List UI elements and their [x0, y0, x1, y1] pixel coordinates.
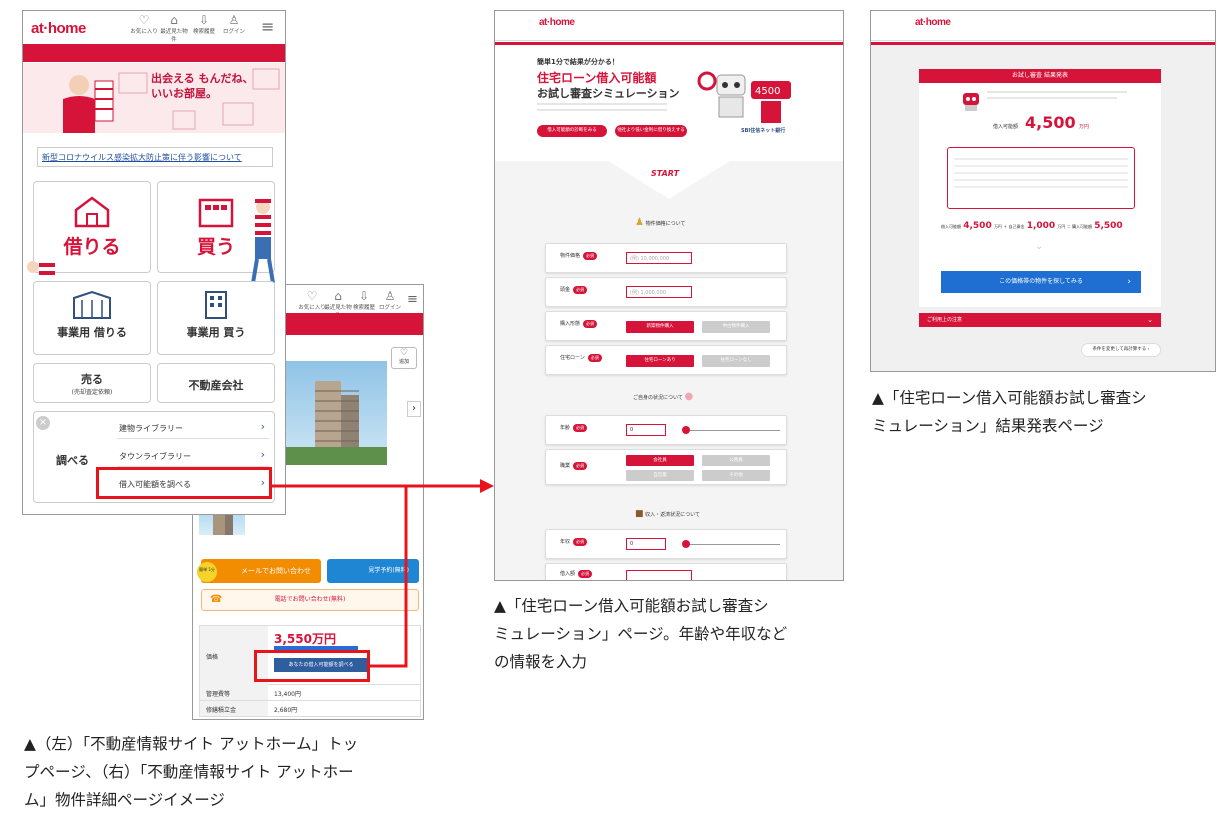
section-heading-income: ■ 収入・返済状況について — [635, 509, 700, 519]
partner-logo: SBI住信ネット銀行 — [741, 128, 786, 134]
amount-label: 借入可能額 — [993, 124, 1019, 130]
robot-illustration: 4500 — [691, 63, 801, 133]
age-slider-handle[interactable] — [682, 426, 690, 434]
form-row-age: 年齢 必須 0 — [545, 415, 787, 445]
form-row-property-price: 物件価格 必須 (例) 10,000,000 — [545, 243, 787, 273]
section-heading-property: ♟ 物件価格について — [635, 217, 686, 228]
result-header: お試し審査 結果発表 — [919, 69, 1161, 83]
option-used[interactable]: 中古物件購入 — [702, 321, 770, 333]
form-row-purchase-type: 購入形態 必須 新築物件購入 中古物件購入 — [545, 311, 787, 341]
option-self-employed[interactable]: 自営業 — [626, 470, 694, 481]
start-label: START — [651, 169, 680, 178]
option-civil-servant[interactable]: 公務員 — [702, 455, 770, 466]
caption-simulation: ▲「住宅ローン借入可能額お試し審査シ ミュレーション」ページ。年齢や年収など の… — [494, 597, 788, 671]
form-row-existing-loan: 住宅ローン 必須 住宅ローンあり 住宅ローンなし — [545, 345, 787, 375]
search-properties-button[interactable]: この価格帯の物件を探してみる › — [941, 271, 1141, 293]
chevron-right-icon: › — [1127, 277, 1131, 287]
global-nav — [495, 31, 843, 41]
global-nav — [871, 31, 1215, 41]
down-payment-input[interactable]: (例) 1,000,000 — [626, 286, 692, 298]
notes-accordion[interactable]: ご利用上の注意 ⌄ — [919, 313, 1161, 327]
borrowing-input[interactable] — [626, 570, 692, 580]
option-new-build[interactable]: 新築物件購入 — [626, 321, 694, 333]
start-chevron — [605, 159, 733, 199]
caption-result: ▲「住宅ローン借入可能額お試し審査シ ミュレーション」結果発表ページ — [872, 389, 1147, 435]
option-employee[interactable]: 会社員 — [626, 455, 694, 466]
page-title: 住宅ローン借入可能額 — [537, 71, 657, 85]
refinance-button[interactable]: 他社より低い金利に借り換えする — [615, 125, 687, 137]
option-loan-no[interactable]: 住宅ローンなし — [702, 355, 770, 367]
section-heading-self: ご自身の状況について ● — [633, 391, 694, 402]
lead-text: 簡単1分で結果が分かる！ — [537, 58, 619, 66]
form-row-occupation: 職業 必須 会社員 公務員 自営業 その他 — [545, 449, 787, 485]
loan-result-screenshot: at·home お試し審査 結果発表 借入可能額 4,500 万円 借入可能額 … — [870, 10, 1216, 372]
amount-value: 4,500 — [1025, 113, 1076, 132]
athome-logo[interactable]: at·home — [539, 17, 575, 28]
form-row-down-payment: 頭金 必須 (例) 1,000,000 — [545, 277, 787, 307]
age-input[interactable]: 0 — [626, 424, 666, 436]
loan-simulation-screenshot: at·home 簡単1分で結果が分かる！ 住宅ローン借入可能額 お試し審査シミュ… — [494, 10, 844, 581]
chevron-down-icon: ⌄ — [1147, 316, 1153, 324]
option-loan-yes[interactable]: 住宅ローンあり — [626, 355, 694, 367]
property-price-input[interactable]: (例) 10,000,000 — [626, 252, 692, 264]
diagnosis-button[interactable]: 借入可能額の診断をみる — [537, 125, 607, 137]
amount-unit: 万円 — [1079, 124, 1090, 130]
option-other[interactable]: その他 — [702, 470, 770, 481]
svg-text:4500: 4500 — [755, 86, 780, 97]
page-subtitle: お試し審査シミュレーション — [537, 87, 680, 100]
income-slider-handle[interactable] — [682, 540, 690, 548]
recalculate-button[interactable]: 条件を変更して再計算する › — [1081, 343, 1161, 357]
form-row-income: 年収 必須 0 — [545, 529, 787, 559]
chevron-down-icon: ⌄ — [1035, 241, 1044, 252]
income-input[interactable]: 0 — [626, 538, 666, 550]
athome-logo[interactable]: at·home — [915, 17, 951, 28]
form-row-borrowing: 借入額 必須 — [545, 563, 787, 580]
formula: 借入可能額 4,500 万円 ＋ 自己資金 1,000 万円 ＝ 購入可能額 5… — [941, 221, 1123, 231]
robot-icon — [959, 89, 983, 113]
result-notes-box — [947, 147, 1135, 209]
caption-top-and-detail: ▲（左）「不動産情報サイト アットホーム」トッ プページ、（右）「不動産情報サイ… — [24, 735, 359, 809]
